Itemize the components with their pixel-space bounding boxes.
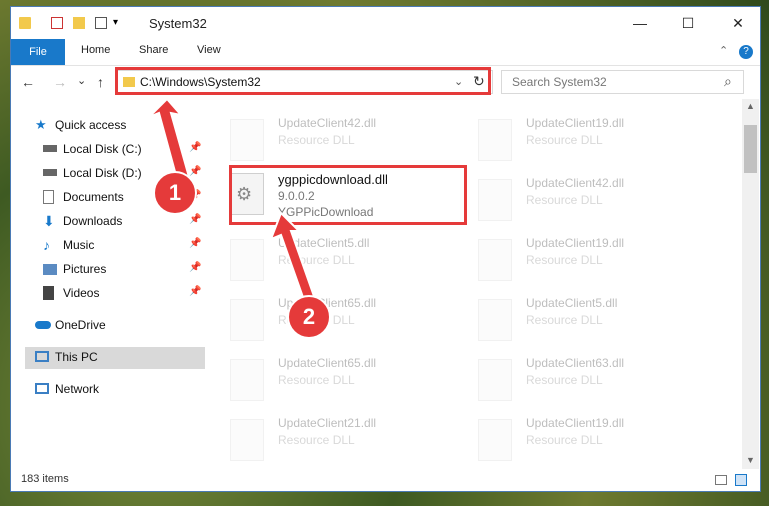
dll-file-icon bbox=[478, 419, 512, 461]
help-icon[interactable]: ? bbox=[739, 45, 753, 59]
recent-locations-dropdown[interactable]: ⌄ bbox=[77, 74, 86, 87]
scroll-down-icon[interactable]: ▼ bbox=[746, 455, 755, 465]
back-button[interactable]: ← bbox=[21, 74, 35, 90]
new-folder-icon[interactable] bbox=[73, 17, 85, 29]
pin-icon[interactable]: 📌 bbox=[189, 166, 201, 177]
pin-icon[interactable]: 📌 bbox=[189, 262, 201, 273]
film-icon bbox=[43, 286, 54, 300]
step-2-badge: 2 bbox=[287, 295, 331, 339]
minimize-button[interactable]: — bbox=[625, 13, 655, 33]
network-icon bbox=[35, 383, 49, 394]
file-item[interactable]: UpdateClient63.dll Resource DLL bbox=[464, 351, 704, 401]
drive-icon bbox=[43, 169, 57, 176]
step-1-badge: 1 bbox=[153, 171, 197, 215]
status-bar: 183 items bbox=[11, 469, 760, 491]
maximize-button[interactable]: ☐ bbox=[673, 13, 703, 33]
file-item[interactable]: UpdateClient65.dll Resource DLL bbox=[216, 351, 456, 401]
dll-file-icon bbox=[478, 359, 512, 401]
file-list: UpdateClient42.dll Resource DLL ⚙ ygppic… bbox=[216, 99, 744, 465]
tab-share[interactable]: Share bbox=[139, 44, 168, 56]
dll-file-icon bbox=[230, 119, 264, 161]
file-item[interactable]: UpdateClient19.dll Resource DLL bbox=[464, 111, 704, 161]
search-input[interactable]: Search System32 bbox=[512, 75, 607, 89]
file-item[interactable]: UpdateClient21.dll Resource DLL bbox=[216, 411, 456, 461]
pin-icon[interactable]: 📌 bbox=[189, 286, 201, 297]
search-icon[interactable]: ⌕ bbox=[724, 73, 732, 90]
large-icons-view-icon[interactable] bbox=[735, 474, 747, 486]
dll-file-icon bbox=[478, 239, 512, 281]
close-button[interactable]: ✕ bbox=[723, 13, 753, 33]
sidebar-item-network[interactable]: Network bbox=[35, 379, 205, 401]
sidebar-item-pictures[interactable]: Pictures 📌 bbox=[43, 259, 205, 281]
folder-icon bbox=[19, 17, 31, 29]
ribbon: File Home Share View ⌃ ? bbox=[11, 39, 760, 66]
properties-icon[interactable] bbox=[51, 17, 63, 29]
tab-file[interactable]: File bbox=[11, 39, 65, 65]
title-bar: ▾ System32 — ☐ ✕ bbox=[11, 7, 760, 39]
sidebar-item-this-pc[interactable]: This PC bbox=[25, 347, 205, 369]
pin-icon[interactable]: 📌 bbox=[189, 214, 201, 225]
tab-home[interactable]: Home bbox=[81, 44, 110, 56]
window-title: System32 bbox=[149, 16, 207, 31]
up-button[interactable]: ↑ bbox=[97, 74, 104, 90]
file-item[interactable]: UpdateClient19.dll Resource DLL bbox=[464, 231, 704, 281]
address-bar-highlight bbox=[115, 67, 491, 95]
dll-file-icon bbox=[230, 419, 264, 461]
file-item[interactable]: UpdateClient5.dll Resource DLL bbox=[464, 291, 704, 341]
scroll-up-icon[interactable]: ▲ bbox=[746, 101, 755, 111]
sidebar-item-videos[interactable]: Videos 📌 bbox=[43, 283, 205, 305]
search-box[interactable]: Search System32 ⌕ bbox=[501, 70, 744, 94]
dll-file-icon bbox=[478, 179, 512, 221]
file-item[interactable]: UpdateClient65.dll Resource DLL bbox=[216, 291, 456, 341]
tab-view[interactable]: View bbox=[197, 44, 221, 56]
item-count: 183 items bbox=[21, 473, 69, 485]
details-view-icon[interactable] bbox=[715, 475, 727, 485]
file-item[interactable]: UpdateClient19.dll Resource DLL bbox=[464, 411, 704, 461]
dll-file-icon bbox=[230, 359, 264, 401]
forward-button[interactable]: → bbox=[53, 74, 67, 90]
pin-icon[interactable]: 📌 bbox=[189, 142, 201, 153]
customize-toolbar-icon[interactable]: ▾ bbox=[113, 17, 125, 29]
sidebar-item-music[interactable]: ♪ Music 📌 bbox=[43, 235, 205, 257]
music-note-icon: ♪ bbox=[43, 237, 50, 253]
drive-icon bbox=[43, 145, 57, 152]
pin-icon[interactable]: 📌 bbox=[189, 238, 201, 249]
file-item[interactable]: UpdateClient5.dll Resource DLL bbox=[216, 231, 456, 281]
dll-file-icon bbox=[230, 239, 264, 281]
file-item[interactable]: UpdateClient42.dll Resource DLL bbox=[464, 171, 704, 221]
picture-icon bbox=[43, 264, 57, 275]
dll-file-icon bbox=[478, 119, 512, 161]
sidebar-item-quick-access[interactable]: ★ Quick access bbox=[35, 115, 205, 137]
navigation-pane: ★ Quick access Local Disk (C:) 📌 Local D… bbox=[11, 99, 205, 396]
download-arrow-icon: ⬇ bbox=[43, 213, 55, 229]
file-highlight bbox=[229, 165, 467, 225]
explorer-window: ▾ System32 — ☐ ✕ File Home Share View ⌃ … bbox=[10, 6, 761, 492]
cloud-icon bbox=[35, 321, 51, 329]
computer-icon bbox=[35, 351, 49, 362]
vertical-scrollbar[interactable]: ▲ ▼ bbox=[742, 99, 759, 469]
view-options-icon[interactable] bbox=[95, 17, 107, 29]
sidebar-item-downloads[interactable]: ⬇ Downloads 📌 bbox=[43, 211, 205, 233]
star-icon: ★ bbox=[35, 117, 47, 132]
file-item[interactable]: UpdateClient42.dll Resource DLL bbox=[216, 111, 456, 161]
sidebar-item-local-disk-c[interactable]: Local Disk (C:) 📌 bbox=[43, 139, 205, 161]
ribbon-collapse-icon[interactable]: ⌃ bbox=[719, 44, 728, 57]
dll-file-icon bbox=[478, 299, 512, 341]
sidebar-item-onedrive[interactable]: OneDrive bbox=[35, 315, 205, 337]
scrollbar-thumb[interactable] bbox=[744, 125, 757, 173]
document-icon bbox=[43, 190, 54, 204]
dll-file-icon bbox=[230, 299, 264, 341]
